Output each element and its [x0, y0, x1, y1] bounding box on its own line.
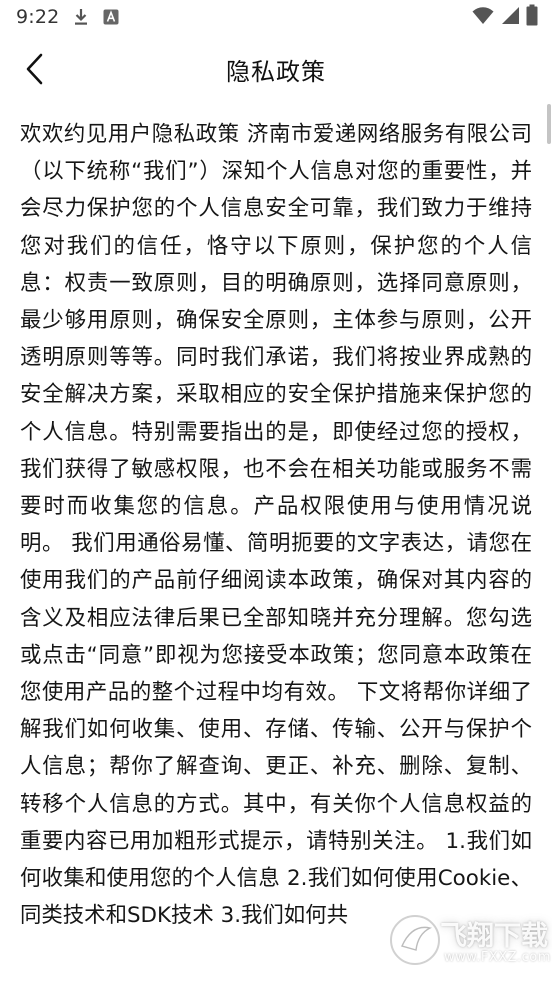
signal-icon	[500, 5, 520, 29]
battery-icon	[526, 4, 538, 30]
wifi-icon	[472, 4, 494, 30]
status-bar: 9:22	[0, 0, 552, 34]
status-time: 9:22	[16, 6, 60, 28]
app-bar: 隐私政策	[0, 34, 552, 108]
font-icon	[103, 9, 119, 25]
scrollbar-thumb[interactable]	[547, 104, 551, 144]
download-icon	[73, 8, 89, 26]
policy-content[interactable]: 欢欢约见用户隐私政策 济南市爱递网络服务有限公司（以下统称“我们”）深知个人信息…	[20, 116, 532, 982]
page-title: 隐私政策	[226, 58, 326, 86]
policy-body-text: 欢欢约见用户隐私政策 济南市爱递网络服务有限公司（以下统称“我们”）深知个人信息…	[20, 122, 532, 929]
